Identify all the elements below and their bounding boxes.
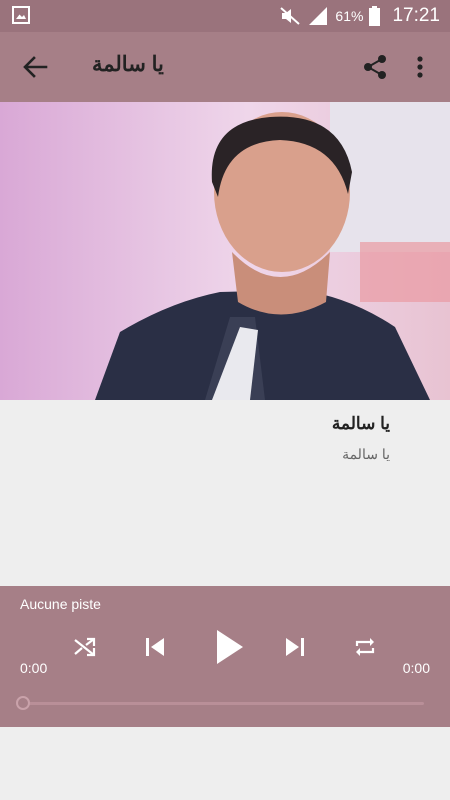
gallery-icon [12,6,30,29]
bottom-area [0,727,450,800]
battery-icon [369,6,381,26]
share-icon[interactable] [361,53,389,81]
back-arrow-icon[interactable] [20,53,50,81]
total-time: 0:00 [402,660,430,676]
seek-track [22,702,424,705]
clock: 17:21 [392,5,440,26]
repeat-icon[interactable] [350,632,380,662]
status-bar: 61% 17:21 [0,0,450,32]
track-info: يا سالمة يا سالمة [0,400,450,586]
player-panel: Aucune piste 0:00 0:00 [0,586,450,727]
skip-next-icon[interactable] [280,632,310,662]
now-playing-label: Aucune piste [20,596,101,612]
skip-previous-icon[interactable] [140,632,170,662]
track-artist: يا سالمة [342,446,390,462]
battery-percent: 61% [335,8,364,24]
elapsed-time: 0:00 [20,660,48,676]
play-icon[interactable] [208,627,248,667]
more-vert-icon[interactable] [410,53,430,81]
album-artwork [0,102,450,400]
mute-icon [279,6,301,26]
seek-bar[interactable] [16,696,424,710]
toolbar-title: يا سالمة [92,53,164,76]
track-title: يا سالمة [331,414,390,433]
signal-icon [307,6,329,26]
seek-thumb[interactable] [16,696,30,710]
toolbar: يا سالمة [0,32,450,102]
shuffle-icon[interactable] [70,632,100,662]
